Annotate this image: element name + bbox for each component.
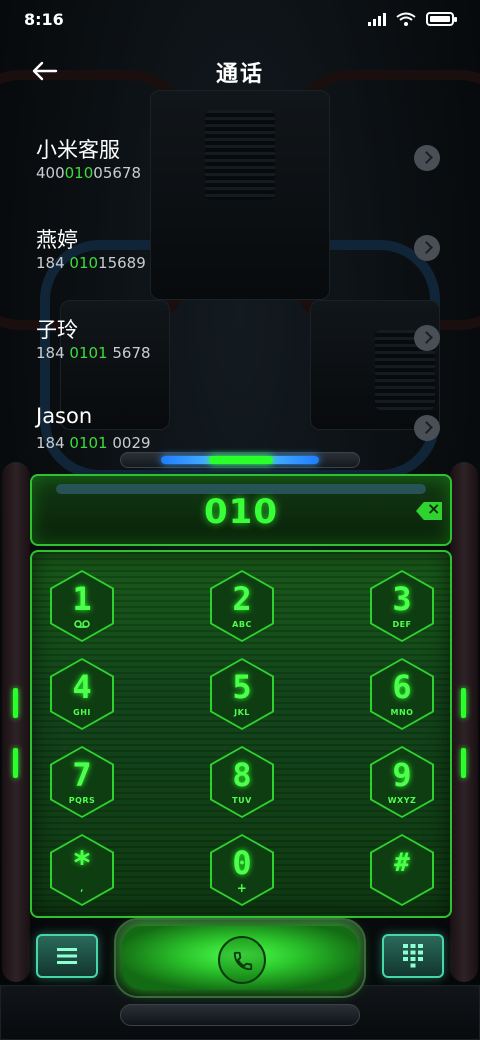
chevron-right-icon[interactable] <box>414 145 440 171</box>
contact-number: 184 01015689 <box>36 254 146 272</box>
status-time: 8:16 <box>24 10 64 29</box>
key-7[interactable]: 7 PQRS <box>50 746 114 818</box>
chevron-right-icon[interactable] <box>414 325 440 351</box>
key-star[interactable]: *, <box>50 834 114 906</box>
key-5[interactable]: 5 JKL <box>210 658 274 730</box>
menu-button[interactable] <box>36 934 98 978</box>
contact-number: 40001005678 <box>36 164 141 182</box>
wifi-icon <box>396 12 416 26</box>
key-8[interactable]: 8 TUV <box>210 746 274 818</box>
contact-number: 184 0101 5678 <box>36 344 151 362</box>
key-3[interactable]: 3 DEF <box>370 570 434 642</box>
status-icons <box>368 12 457 26</box>
contact-name: 小米客服 <box>36 138 120 162</box>
dial-display: 010 <box>30 474 452 546</box>
key-9[interactable]: 9 WXYZ <box>370 746 434 818</box>
key-2[interactable]: 2 ABC <box>210 570 274 642</box>
contact-number: 184 0101 0029 <box>36 434 151 452</box>
status-bar: 8:16 <box>0 0 480 40</box>
keypad-icon <box>403 944 423 968</box>
call-ring <box>218 936 266 984</box>
keypad-toggle-button[interactable] <box>382 934 444 978</box>
contact-name: 燕婷 <box>36 228 78 252</box>
call-list-item[interactable]: 燕婷 184 01015689 <box>0 206 480 286</box>
handle-indicator <box>209 456 273 464</box>
indicator-led <box>13 748 18 778</box>
indicator-led <box>13 688 18 718</box>
phone-icon <box>233 951 253 971</box>
frame-side-left <box>2 462 30 982</box>
key-4[interactable]: 4 GHI <box>50 658 114 730</box>
contact-name: Jason <box>36 404 93 428</box>
call-list-item[interactable]: 子玲 184 0101 5678 <box>0 296 480 376</box>
page-title: 通话 <box>215 62 264 87</box>
key-0[interactable]: 0 + <box>210 834 274 906</box>
indicator-led <box>461 748 466 778</box>
dock-base <box>120 1004 360 1026</box>
header: 通话 <box>0 48 480 92</box>
chevron-right-icon[interactable] <box>414 235 440 261</box>
voicemail-icon <box>74 620 90 628</box>
drag-handle[interactable] <box>120 452 360 468</box>
keypad: 1 2 ABC 3 DEF 4 GHI 5 JKL 6 MNO 7 PQRS 8 TUV 9W… <box>30 550 452 918</box>
contact-name: 子玲 <box>36 318 78 342</box>
signal-icon <box>368 12 386 26</box>
dial-input[interactable]: 010 <box>32 492 450 532</box>
key-1[interactable]: 1 <box>50 570 114 642</box>
call-list-item[interactable]: 小米客服 40001005678 <box>0 116 480 196</box>
menu-icon <box>57 948 77 964</box>
key-6[interactable]: 6 MNO <box>370 658 434 730</box>
chevron-right-icon[interactable] <box>414 415 440 441</box>
key-hash[interactable]: # <box>370 834 434 906</box>
indicator-led <box>461 688 466 718</box>
call-button[interactable] <box>114 918 366 998</box>
bottom-controls <box>0 918 480 1040</box>
frame-side-right <box>450 462 478 982</box>
battery-icon <box>426 12 457 26</box>
